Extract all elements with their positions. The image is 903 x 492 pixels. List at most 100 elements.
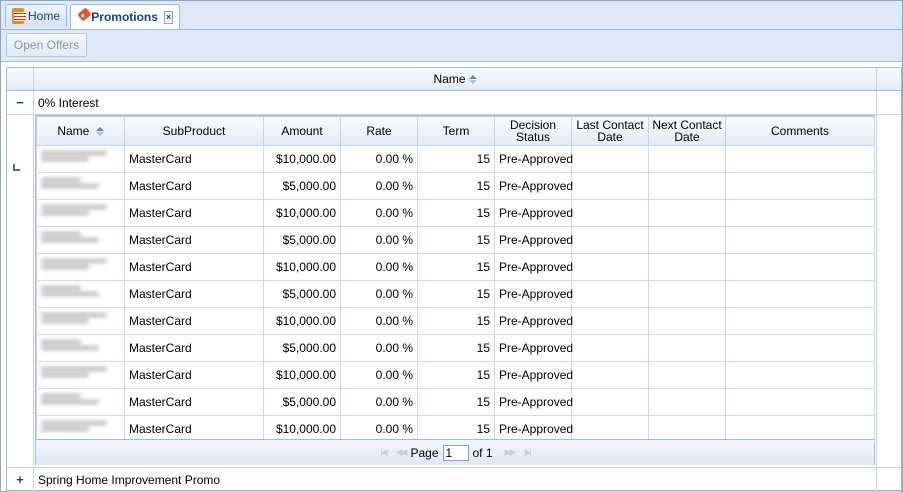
tab-promotions[interactable]: Promotions × xyxy=(70,4,180,29)
name-column-header-label: Name xyxy=(433,72,466,86)
hierarchy-indicator-icon xyxy=(13,164,20,171)
col-header-amount[interactable]: Amount xyxy=(263,116,341,146)
col-header-rate[interactable]: Rate xyxy=(340,116,418,146)
table-row[interactable]: MasterCard $5,000.00 0.00 % 15 Pre-Approved xyxy=(36,280,875,308)
redacted-name xyxy=(41,340,111,358)
group-row-0pct-interest: − 0% Interest xyxy=(7,91,901,115)
name-cell-redacted xyxy=(36,307,125,335)
redacted-name xyxy=(41,205,111,223)
last-contact-date-cell xyxy=(571,361,649,389)
table-row[interactable]: MasterCard $5,000.00 0.00 % 15 Pre-Approved xyxy=(36,172,875,200)
subproduct-cell: MasterCard xyxy=(124,280,264,308)
detail-grid-body: MasterCard $10,000.00 0.00 % 15 Pre-Approved… xyxy=(36,145,875,443)
calendar-icon xyxy=(12,8,26,24)
comments-cell xyxy=(725,172,875,200)
table-row[interactable]: MasterCard $10,000.00 0.00 % 15 Pre-Approved xyxy=(36,361,875,389)
decision-status-cell: Pre-Approved xyxy=(494,388,573,416)
group-label: Spring Home Improvement Promo xyxy=(38,472,221,487)
offers-detail-grid: Name SubProduct Amount Rate Term Decisio… xyxy=(35,115,875,465)
tab-home[interactable]: Home xyxy=(5,4,67,27)
last-contact-date-cell xyxy=(571,253,649,281)
rate-cell: 0.00 % xyxy=(340,253,418,281)
amount-cell: $5,000.00 xyxy=(263,388,341,416)
comments-cell xyxy=(725,226,875,254)
comments-cell xyxy=(725,334,875,362)
rate-cell: 0.00 % xyxy=(340,199,418,227)
table-row[interactable]: MasterCard $5,000.00 0.00 % 15 Pre-Approved xyxy=(36,388,875,416)
term-cell: 15 xyxy=(417,307,495,335)
table-row[interactable]: MasterCard $10,000.00 0.00 % 15 Pre-Approved xyxy=(36,199,875,227)
decision-status-cell: Pre-Approved xyxy=(494,307,573,335)
col-header-next-contact-date[interactable]: Next Contact Date xyxy=(648,116,726,146)
name-cell-redacted xyxy=(36,199,125,227)
name-cell-redacted xyxy=(36,280,125,308)
next-contact-date-cell xyxy=(648,307,726,335)
first-page-icon[interactable]: |◀ xyxy=(380,447,387,458)
col-header-name[interactable]: Name xyxy=(36,116,125,146)
close-icon[interactable]: × xyxy=(163,10,173,24)
page-count-label: of 1 xyxy=(472,445,493,460)
comments-cell xyxy=(725,361,875,389)
amount-cell: $10,000.00 xyxy=(263,361,341,389)
collapse-icon[interactable]: − xyxy=(7,91,34,114)
last-contact-date-cell xyxy=(571,388,649,416)
redacted-name xyxy=(41,259,111,277)
decision-status-cell: Pre-Approved xyxy=(494,172,573,200)
next-contact-date-cell xyxy=(648,199,726,227)
rate-cell: 0.00 % xyxy=(340,145,418,173)
open-offers-button[interactable]: Open Offers xyxy=(6,33,87,57)
previous-page-icon[interactable]: ◀◀ xyxy=(396,447,408,458)
last-contact-date-cell xyxy=(571,145,649,173)
promotions-grid-header: Name xyxy=(7,68,901,91)
col-header-name-label: Name xyxy=(57,124,90,138)
comments-cell xyxy=(725,307,875,335)
col-header-last-contact-date[interactable]: Last Contact Date xyxy=(571,116,649,146)
table-row[interactable]: MasterCard $5,000.00 0.00 % 15 Pre-Approved xyxy=(36,334,875,362)
comments-cell xyxy=(725,388,875,416)
amount-cell: $10,000.00 xyxy=(263,307,341,335)
amount-cell: $5,000.00 xyxy=(263,226,341,254)
page-number-input[interactable] xyxy=(442,444,469,461)
table-row[interactable]: MasterCard $10,000.00 0.00 % 15 Pre-Approved xyxy=(36,307,875,335)
term-cell: 15 xyxy=(417,334,495,362)
col-header-term[interactable]: Term xyxy=(417,116,495,146)
term-cell: 15 xyxy=(417,172,495,200)
comments-cell xyxy=(725,253,875,281)
redacted-name xyxy=(41,151,111,169)
rate-cell: 0.00 % xyxy=(340,334,418,362)
tab-home-label: Home xyxy=(27,9,60,23)
col-header-comments[interactable]: Comments xyxy=(725,116,875,146)
detail-grid-header: Name SubProduct Amount Rate Term Decisio… xyxy=(36,116,875,146)
redacted-name xyxy=(41,232,111,250)
amount-cell: $10,000.00 xyxy=(263,145,341,173)
name-cell-redacted xyxy=(36,388,125,416)
decision-status-cell: Pre-Approved xyxy=(494,253,573,281)
term-cell: 15 xyxy=(417,280,495,308)
sort-ascending-icon xyxy=(95,127,104,137)
next-page-icon[interactable]: ▶▶ xyxy=(505,447,517,458)
table-row[interactable]: MasterCard $5,000.00 0.00 % 15 Pre-Approved xyxy=(36,226,875,254)
last-contact-date-cell xyxy=(571,334,649,362)
next-contact-date-cell xyxy=(648,280,726,308)
term-cell: 15 xyxy=(417,226,495,254)
term-cell: 15 xyxy=(417,145,495,173)
expand-icon[interactable]: + xyxy=(7,468,34,491)
decision-status-cell: Pre-Approved xyxy=(494,226,573,254)
col-header-subproduct[interactable]: SubProduct xyxy=(124,116,264,146)
subproduct-cell: MasterCard xyxy=(124,334,264,362)
name-column-header[interactable]: Name xyxy=(34,68,877,90)
amount-cell: $5,000.00 xyxy=(263,334,341,362)
comments-cell xyxy=(725,145,875,173)
redacted-name xyxy=(41,367,111,385)
subproduct-cell: MasterCard xyxy=(124,199,264,227)
name-cell-redacted xyxy=(36,226,125,254)
last-contact-date-cell xyxy=(571,226,649,254)
rate-cell: 0.00 % xyxy=(340,226,418,254)
col-header-decision-status[interactable]: Decision Status xyxy=(494,116,572,146)
redacted-name xyxy=(41,286,111,304)
table-row[interactable]: MasterCard $10,000.00 0.00 % 15 Pre-Approved xyxy=(36,253,875,281)
table-row[interactable]: MasterCard $10,000.00 0.00 % 15 Pre-Approved xyxy=(36,145,875,173)
subproduct-cell: MasterCard xyxy=(124,226,264,254)
next-contact-date-cell xyxy=(648,253,726,281)
last-page-icon[interactable]: ▶| xyxy=(524,447,531,458)
